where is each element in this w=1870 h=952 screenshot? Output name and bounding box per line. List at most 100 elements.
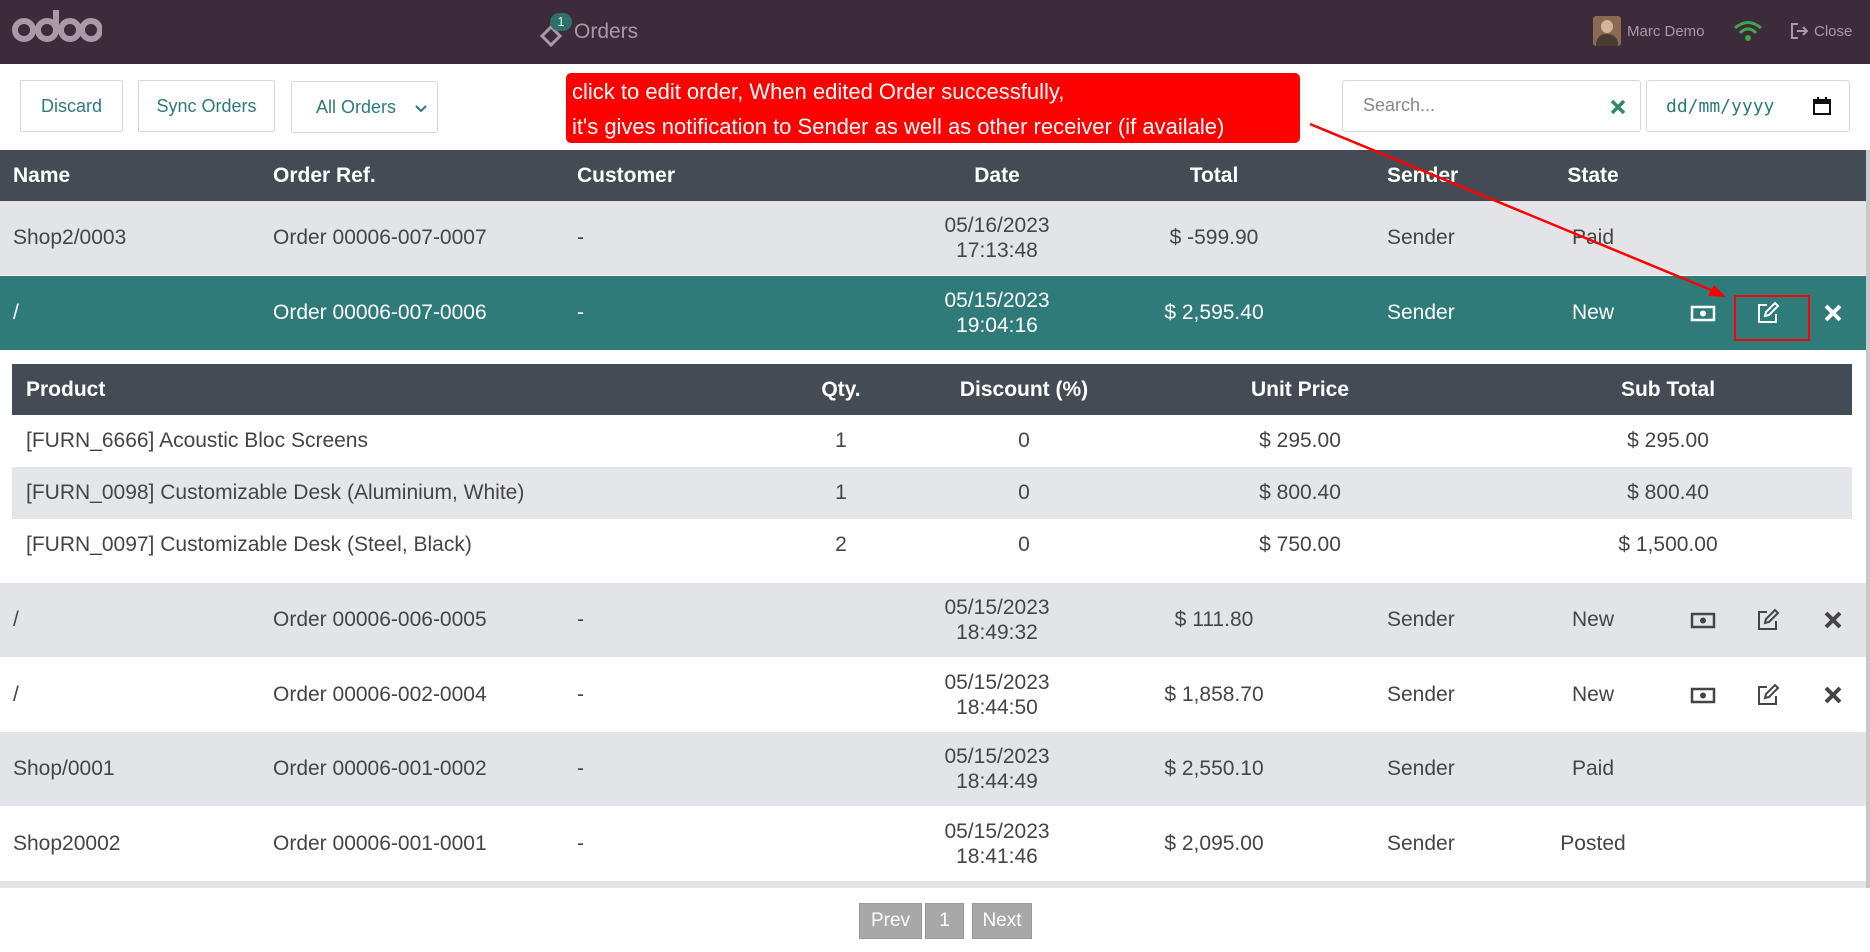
user-menu[interactable]: Marc Demo [1593,14,1705,48]
order-filter-select[interactable]: All Orders [291,81,438,133]
order-date: 05/16/2023 17:13:48 [944,201,1049,275]
chevron-down-icon [415,105,427,113]
delete-icon[interactable] [1820,682,1846,708]
order-date: 05/15/2023 18:41:46 [944,807,1049,881]
order-date-time: 19:04:16 [956,314,1038,337]
order-state: New [1571,683,1615,706]
order-date: 05/15/2023 18:44:49 [944,732,1049,806]
order-state: Paid [1571,226,1615,249]
order-row[interactable]: Shop2/0003 Order 00006-007-0007 - 05/16/… [0,201,1866,275]
cart-icon: 1 [540,13,572,47]
column-header-total: Total [1189,164,1239,187]
order-date-day: 05/15/2023 [944,745,1050,768]
order-customer: - [577,683,584,706]
order-line-row: [FURN_0098] Customizable Desk (Aluminium… [12,467,1852,519]
edit-icon[interactable] [1755,607,1781,633]
order-date: 05/15/2023 18:49:32 [944,583,1049,657]
order-customer: - [577,301,584,324]
current-page-button[interactable]: 1 [925,903,964,939]
line-qty: 2 [835,532,847,556]
order-sender: Sender [1387,301,1455,324]
annotation-line-1: click to edit order, When edited Order s… [572,79,1065,104]
line-qty: 1 [835,428,847,452]
order-name: / [13,683,19,706]
order-row-selected[interactable]: / Order 00006-007-0006 - 05/15/2023 19:0… [0,276,1866,350]
order-date-day: 05/15/2023 [944,596,1050,619]
order-sender: Sender [1387,608,1455,631]
column-header-customer: Customer [577,164,676,187]
avatar [1593,16,1621,46]
line-header-subtotal: Sub Total [1620,377,1716,401]
order-state: Paid [1571,757,1615,780]
order-row[interactable]: Shop20002 Order 00006-001-0001 - 05/15/2… [0,807,1866,881]
prev-page-button[interactable]: Prev [859,903,922,939]
order-total: $ 2,095.00 [1164,832,1264,855]
order-filter-value: All Orders [316,96,397,117]
order-date-day: 05/16/2023 [944,214,1050,237]
money-icon[interactable] [1690,682,1716,708]
orders-menu[interactable]: 1 Orders [540,13,638,47]
line-unit-price: $ 295.00 [1259,428,1341,452]
edit-icon[interactable] [1755,682,1781,708]
delete-icon[interactable] [1820,607,1846,633]
order-customer: - [577,832,584,855]
order-sender: Sender [1387,832,1455,855]
line-subtotal: $ 295.00 [1627,428,1709,452]
table-bottom-edge [0,881,1866,888]
line-header-qty: Qty. [821,377,861,401]
search-input[interactable] [1363,95,1583,116]
order-name: / [13,301,19,324]
sync-orders-button[interactable]: Sync Orders [138,80,275,132]
close-label: Close [1814,22,1853,40]
orders-count-badge: 1 [550,13,572,31]
order-customer: - [577,608,584,631]
order-row[interactable]: / Order 00006-002-0004 - 05/15/2023 18:4… [0,658,1866,732]
line-header-unit-price: Unit Price [1250,377,1350,401]
order-name: Shop20002 [13,832,121,855]
money-icon[interactable] [1690,300,1716,326]
vertical-scrollbar[interactable] [1866,150,1870,888]
order-sender: Sender [1387,757,1455,780]
line-qty: 1 [835,480,847,504]
money-icon[interactable] [1690,607,1716,633]
odoo-logo[interactable] [12,10,102,46]
clear-search-icon[interactable] [1608,97,1628,117]
order-ref: Order 00006-006-0005 [273,608,487,631]
order-customer: - [577,226,584,249]
order-ref: Order 00006-001-0002 [273,757,487,780]
column-header-name: Name [13,164,71,187]
order-date-day: 05/15/2023 [944,820,1050,843]
odoo-logo-icon [12,10,102,42]
order-date-day: 05/15/2023 [944,289,1050,312]
order-date-time: 17:13:48 [956,239,1038,262]
line-product: [FURN_0098] Customizable Desk (Aluminium… [26,480,525,504]
order-ref: Order 00006-007-0007 [273,226,487,249]
order-date-time: 18:44:49 [956,770,1038,793]
order-ref: Order 00006-001-0001 [273,832,487,855]
line-product: [FURN_0097] Customizable Desk (Steel, Bl… [26,532,472,556]
search-box [1342,80,1641,132]
line-subtotal: $ 1,500.00 [1618,532,1718,556]
line-discount: 0 [1018,480,1030,504]
discard-button[interactable]: Discard [20,80,123,132]
line-discount: 0 [1018,428,1030,452]
order-total: $ 2,595.40 [1164,301,1264,324]
order-total: $ 111.80 [1174,608,1254,631]
line-header-product: Product [26,377,106,401]
line-unit-price: $ 800.40 [1259,480,1341,504]
top-navbar: 1 Orders Marc Demo Close [0,0,1870,64]
date-filter-input[interactable]: dd/mm/yyyy [1646,80,1850,132]
order-row[interactable]: Shop/0001 Order 00006-001-0002 - 05/15/2… [0,732,1866,806]
delete-icon[interactable] [1820,300,1846,326]
order-date-time: 18:44:50 [956,696,1038,719]
order-row[interactable]: / Order 00006-006-0005 - 05/15/2023 18:4… [0,583,1866,657]
date-placeholder: dd/mm/yyyy [1666,95,1775,117]
calendar-icon[interactable] [1813,97,1831,115]
next-page-button[interactable]: Next [972,903,1032,939]
close-session-button[interactable]: Close [1790,19,1852,43]
order-date: 05/15/2023 19:04:16 [944,276,1049,350]
edit-highlight-box [1734,295,1810,341]
column-header-sender: Sender [1387,164,1459,187]
order-lines-header: Product Qty. Discount (%) Unit Price Sub… [12,364,1852,415]
order-state: New [1571,608,1615,631]
